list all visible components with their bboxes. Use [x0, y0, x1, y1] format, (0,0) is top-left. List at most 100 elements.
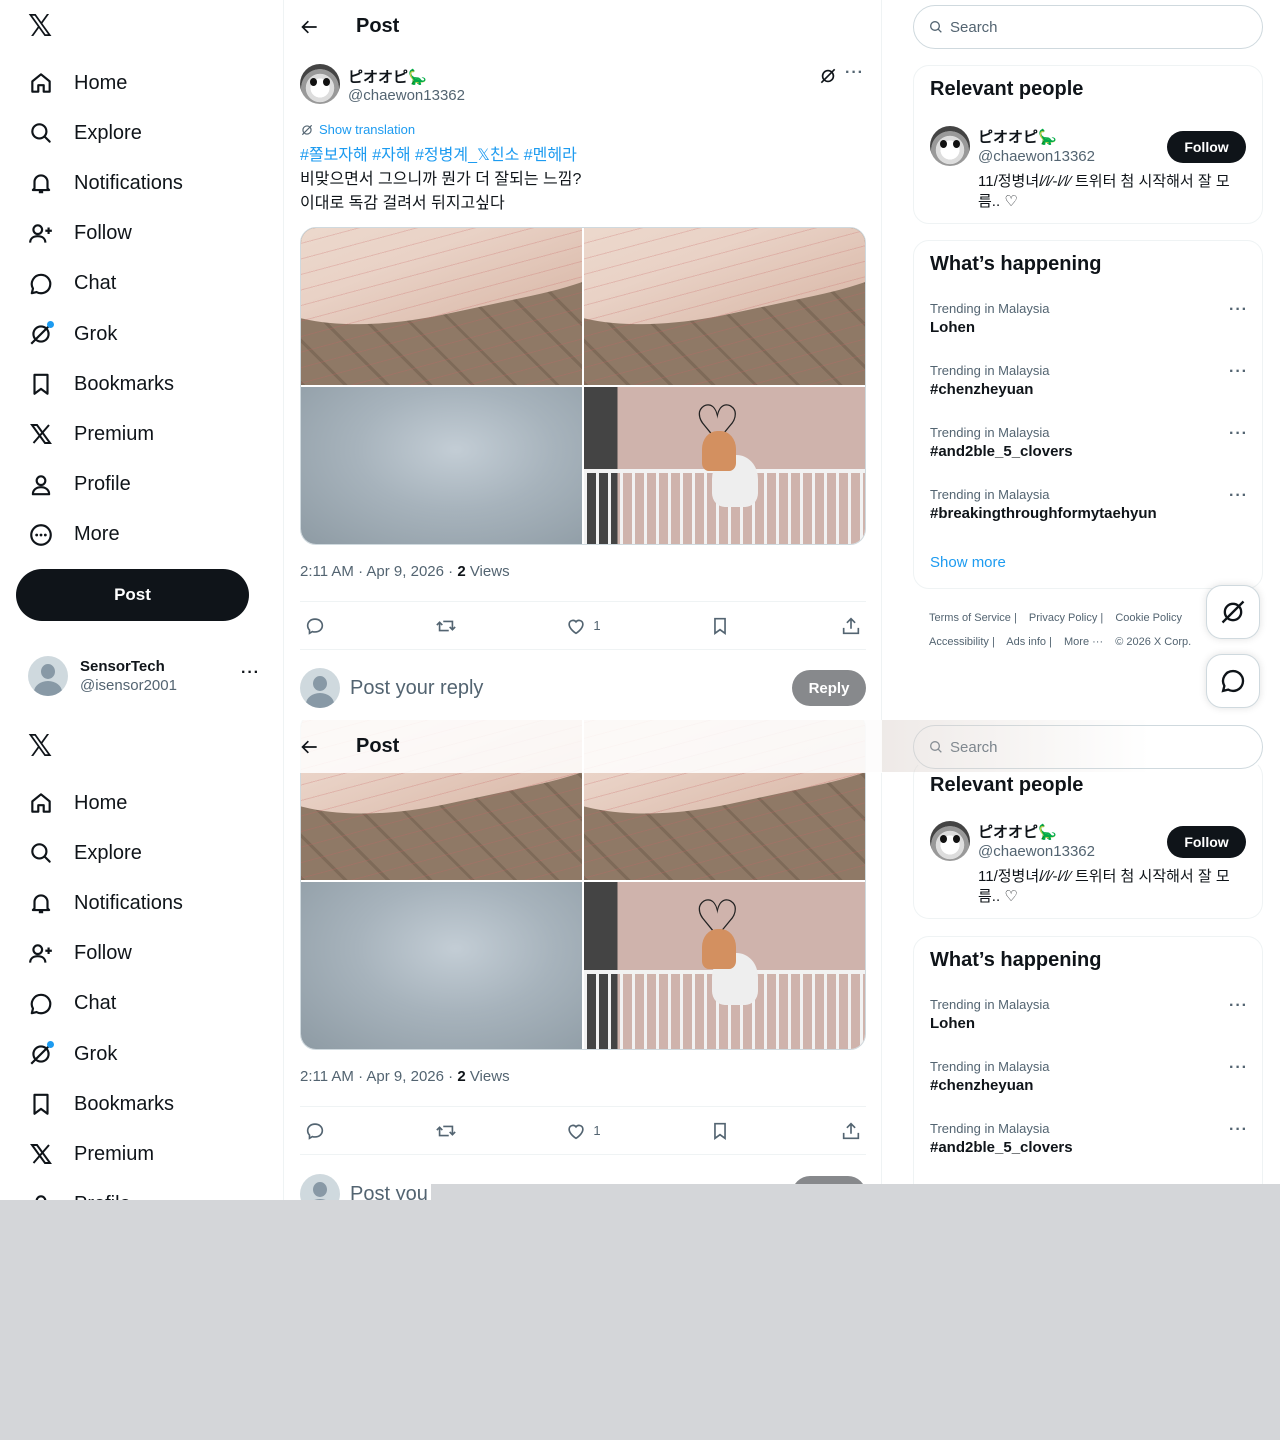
repost-icon	[435, 620, 456, 631]
nav-follow[interactable]: Follow	[26, 209, 183, 259]
back-button[interactable]	[293, 10, 327, 44]
chat-icon	[1221, 669, 1245, 693]
heart-icon	[568, 619, 585, 634]
like-action[interactable]: 1	[565, 615, 601, 637]
grok-icon[interactable]	[818, 66, 838, 86]
trend-more-icon[interactable]: ···	[1229, 1059, 1248, 1077]
arrow-left-icon	[301, 740, 317, 753]
footer-link-more[interactable]: More ···	[1064, 636, 1103, 648]
trend-more-icon[interactable]: ···	[1229, 487, 1248, 505]
nav-profile[interactable]: Profile	[26, 1180, 183, 1200]
show-more-link[interactable]: Show more	[930, 554, 1006, 571]
media-photo[interactable]	[584, 228, 865, 385]
footer-link-ads[interactable]: Ads info |	[1006, 636, 1052, 648]
bookmark-action[interactable]	[709, 1120, 731, 1142]
tweet-more-icon[interactable]: ···	[845, 64, 864, 82]
media-photo[interactable]: ♡	[584, 387, 865, 544]
person-name[interactable]: ピオオピ🦕	[978, 126, 1057, 147]
nav-follow[interactable]: Follow	[26, 929, 183, 979]
repost-action[interactable]	[435, 1120, 457, 1142]
nav-grok[interactable]: Grok	[26, 1029, 183, 1079]
nav-premium[interactable]: Premium	[26, 409, 183, 459]
trend-more-icon[interactable]: ···	[1229, 1121, 1248, 1139]
trend-more-icon[interactable]: ···	[1229, 301, 1248, 319]
trend-item[interactable]: Trending in Malaysia #chenzheyuan ···	[930, 363, 1248, 413]
trend-more-icon[interactable]: ···	[1229, 425, 1248, 443]
account-more-icon[interactable]: ···	[241, 664, 260, 682]
person-handle[interactable]: @chaewon13362	[978, 843, 1095, 860]
trend-item[interactable]: Trending in Malaysia #breakingthroughfor…	[930, 487, 1248, 537]
tweet-time[interactable]: 2:11 AM · Apr 9, 2026 ·	[300, 563, 457, 580]
tweet-time[interactable]: 2:11 AM · Apr 9, 2026 ·	[300, 1068, 457, 1085]
nav-chat[interactable]: Chat	[26, 979, 183, 1029]
share-action[interactable]	[840, 615, 862, 637]
footer-link-privacy[interactable]: Privacy Policy |	[1029, 612, 1103, 624]
reply-action[interactable]	[304, 1120, 326, 1142]
reply-button[interactable]: Reply	[792, 670, 866, 706]
media-photo[interactable]	[301, 387, 582, 544]
views-count: 2	[457, 1068, 466, 1085]
account-switcher[interactable]: SensorTech @isensor2001 ···	[28, 654, 268, 698]
repost-action[interactable]	[435, 615, 457, 637]
nav-chat[interactable]: Chat	[26, 259, 183, 309]
author-avatar[interactable]	[930, 126, 970, 166]
author-avatar[interactable]	[300, 64, 340, 104]
trend-item[interactable]: Trending in Malaysia #chenzheyuan ···	[930, 1059, 1248, 1109]
share-action[interactable]	[840, 1120, 862, 1142]
trend-item[interactable]: Trending in Malaysia Lohen ···	[930, 997, 1248, 1047]
follow-button[interactable]: Follow	[1167, 826, 1246, 858]
footer-link-accessibility[interactable]: Accessibility |	[929, 636, 995, 648]
trend-name: #breakingthroughformytaehyun	[930, 505, 1157, 522]
media-photo[interactable]	[301, 882, 582, 1049]
nav-explore[interactable]: Explore	[26, 828, 183, 878]
chat-fab[interactable]	[1206, 654, 1260, 708]
x-logo[interactable]: 𝕏	[28, 12, 56, 42]
footer-copyright: © 2026 X Corp.	[1115, 636, 1192, 648]
x-logo[interactable]: 𝕏	[28, 732, 56, 762]
media-photo[interactable]	[301, 228, 582, 385]
nav-profile[interactable]: Profile	[26, 460, 183, 510]
author-name[interactable]: ピオオピ🦕	[348, 66, 427, 87]
trend-item[interactable]: Trending in Malaysia #and2ble_5_clovers …	[930, 1121, 1248, 1171]
trend-item[interactable]: Trending in Malaysia Lohen ···	[930, 301, 1248, 351]
grok-fab[interactable]	[1206, 585, 1260, 639]
post-button[interactable]: Post	[16, 569, 249, 621]
person-handle[interactable]: @chaewon13362	[978, 148, 1095, 165]
reply-input[interactable]: Post your reply	[350, 677, 792, 700]
footer-link-cookie[interactable]: Cookie Policy	[1115, 612, 1182, 624]
like-action[interactable]: 1	[565, 1120, 601, 1142]
footer-link-terms[interactable]: Terms of Service |	[929, 612, 1017, 624]
person-name[interactable]: ピオオピ🦕	[978, 821, 1057, 842]
nav-label: Home	[74, 791, 128, 814]
nav-explore[interactable]: Explore	[26, 108, 183, 158]
nav-premium[interactable]: Premium	[26, 1129, 183, 1179]
bookmark-action[interactable]	[709, 615, 731, 637]
nav-bookmarks[interactable]: Bookmarks	[26, 359, 183, 409]
search-input[interactable]: Search	[913, 5, 1263, 49]
reply-action[interactable]	[304, 615, 326, 637]
trend-more-icon[interactable]: ···	[1229, 997, 1248, 1015]
tweet-text: #쫄보자해 #자해 #정병계_𝕏친소 #멘헤라 비맞으면서 그으니까 뭔가 더 …	[300, 144, 866, 216]
follow-button[interactable]: Follow	[1167, 131, 1246, 163]
reply-icon	[306, 617, 324, 635]
show-translation-link[interactable]: Show translation	[300, 122, 415, 137]
nav-grok[interactable]: Grok	[26, 309, 183, 359]
like-count: 1	[593, 618, 601, 633]
author-avatar[interactable]	[930, 821, 970, 861]
whats-happening-card: What’s happening Trending in Malaysia Lo…	[913, 936, 1263, 1200]
author-handle[interactable]: @chaewon13362	[348, 87, 465, 104]
hashtag-links[interactable]: #쫄보자해 #자해 #정병계_𝕏친소 #멘헤라	[300, 144, 866, 168]
card-title: What’s happening	[930, 253, 1102, 275]
nav-notifications[interactable]: Notifications	[26, 158, 183, 208]
trend-item[interactable]: Trending in Malaysia #and2ble_5_clovers …	[930, 425, 1248, 475]
nav-bookmarks[interactable]: Bookmarks	[26, 1079, 183, 1129]
nav-label: Home	[74, 71, 128, 94]
nav-notifications[interactable]: Notifications	[26, 878, 183, 928]
trend-more-icon[interactable]: ···	[1229, 363, 1248, 381]
back-button[interactable]	[293, 730, 327, 764]
media-photo[interactable]: ♡	[584, 882, 865, 1049]
nav-home[interactable]: Home	[26, 58, 183, 108]
nav-home[interactable]: Home	[26, 778, 183, 828]
tweet-timestamp: 2:11 AM · Apr 9, 2026 · 2 Views	[300, 1068, 510, 1085]
nav-more[interactable]: More	[26, 510, 183, 560]
